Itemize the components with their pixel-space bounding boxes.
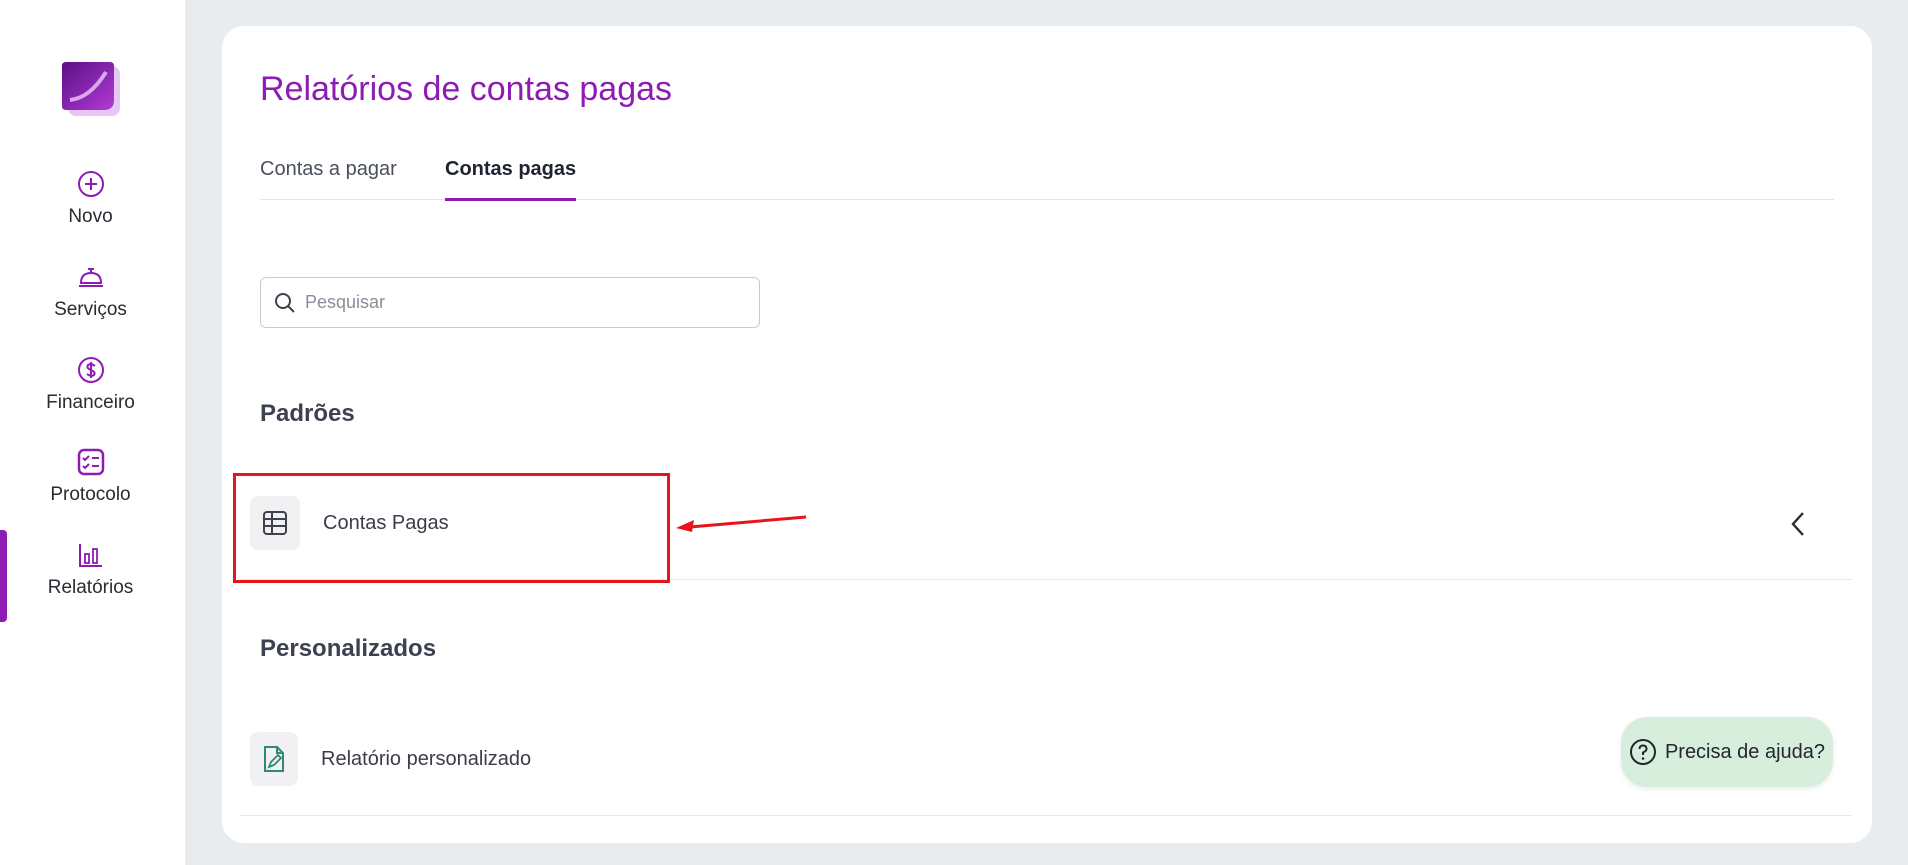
tab-contas-a-pagar[interactable]: Contas a pagar — [260, 158, 397, 200]
sidebar-item-label: Protocolo — [50, 484, 131, 505]
section-title-padroes: Padrões — [260, 400, 355, 427]
help-label: Precisa de ajuda? — [1664, 740, 1826, 763]
sidebar-item-financeiro[interactable]: Financeiro — [0, 356, 181, 436]
sidebar-item-label: Relatórios — [47, 577, 134, 598]
search-icon — [275, 292, 295, 313]
main-card: Relatórios de contas pagas Contas a paga… — [222, 26, 1872, 843]
sidebar: Novo Serviços Financeiro Protocolo Relat… — [0, 0, 185, 865]
bar-chart-icon — [77, 541, 105, 569]
edit-file-icon — [250, 732, 298, 786]
dollar-circle-icon — [77, 356, 105, 384]
service-bell-icon — [77, 263, 105, 291]
sidebar-item-servicos[interactable]: Serviços — [0, 263, 181, 343]
report-label: Relatório personalizado — [321, 748, 532, 770]
sidebar-item-label: Financeiro — [46, 392, 135, 413]
page-title: Relatórios de contas pagas — [260, 70, 673, 108]
help-button[interactable]: Precisa de ajuda? — [1621, 717, 1833, 787]
sidebar-item-novo[interactable]: Novo — [0, 170, 181, 250]
highlight-box — [233, 473, 670, 583]
plus-circle-icon — [77, 170, 105, 198]
tab-bar: Contas a pagar Contas pagas — [260, 158, 1834, 201]
section-title-personalizados: Personalizados — [260, 635, 437, 662]
arrow-annotation — [676, 515, 807, 532]
checklist-icon — [77, 448, 105, 476]
sidebar-item-label: Novo — [68, 206, 113, 227]
sidebar-item-relatorios[interactable]: Relatórios — [0, 541, 181, 621]
chevron-left-icon[interactable] — [1786, 510, 1810, 538]
sidebar-item-label: Serviços — [54, 299, 127, 320]
app-logo[interactable] — [60, 60, 122, 118]
tab-contas-pagas[interactable]: Contas pagas — [445, 158, 577, 201]
search-box — [260, 277, 760, 328]
search-input[interactable] — [305, 292, 745, 313]
question-circle-icon — [1629, 739, 1656, 765]
report-row-relatorio-personalizado[interactable]: Relatório personalizado — [240, 710, 1852, 816]
sidebar-item-protocolo[interactable]: Protocolo — [0, 448, 181, 528]
